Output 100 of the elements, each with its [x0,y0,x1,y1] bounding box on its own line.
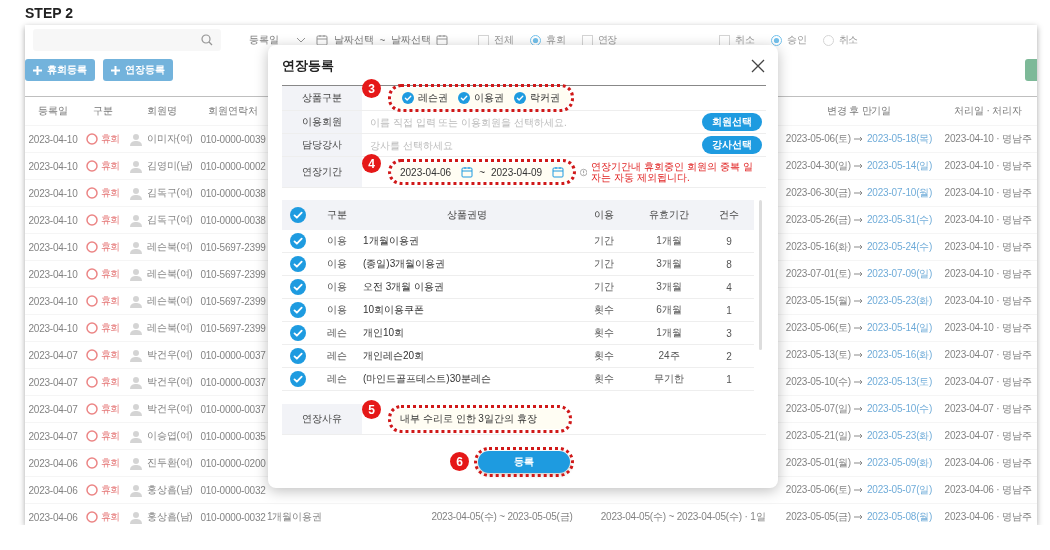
table-cell: 2023-04-07 · 명남주 [939,368,1037,395]
column-header: 변경 후 만기일 [826,104,892,118]
table-cell: 1 [704,368,754,391]
table-cell: 4 [704,276,754,299]
instructor-input[interactable]: 강사를 선택하세요 [370,139,694,151]
table-cell: 010-0000-0037 [199,341,267,368]
avatar-icon [129,294,143,308]
avatar-icon [129,321,143,335]
select-button[interactable]: 강사선택 [702,136,762,154]
calendar-icon [461,166,474,178]
checkbox[interactable] [458,92,470,104]
table-cell: 10회이용쿠폰 [359,299,574,322]
form-label: 이용회원 [282,111,362,133]
status-text: 휴회 [100,510,121,524]
option-label: 취소 [735,33,755,47]
table-cell: 기간 [574,230,634,253]
table-cell: 이용 [314,230,359,253]
checkbox[interactable] [290,302,306,318]
radio-button[interactable] [822,34,834,46]
search-field[interactable] [33,29,221,51]
date-separator: ~ [379,34,386,46]
table-cell: 이용 [314,253,359,276]
table-cell: 2023-04-07 · 명남주 [939,395,1037,422]
table-cell: 2023-04-07 · 명남주 [939,422,1037,449]
table-cell: 010-0000-0039 [199,125,267,152]
expiry-date: 2023-07-01(토) [785,267,851,281]
date-field[interactable]: 2023-04-06 [400,166,452,178]
checkbox[interactable] [581,34,593,46]
checkbox[interactable] [290,233,306,249]
arrow-right-icon [854,325,864,331]
new-expiry-date: 2023-05-10(수) [867,402,933,416]
checkbox[interactable] [514,92,526,104]
member-name: 레슨북(여) [147,267,193,281]
member-name: 레슨북(여) [147,321,193,335]
table-cell: 010-0000-0002 [199,152,267,179]
table-cell: 1개월이용권 [359,230,574,253]
calendar-icon [316,34,329,46]
checkbox[interactable] [719,34,731,46]
checkbox[interactable] [402,92,414,104]
option-label: 승인 [786,33,807,47]
status-text: 휴회 [100,186,121,200]
plus-icon [111,65,120,75]
table-cell: 2023-04-07 [25,395,81,422]
table-cell: 레슨 [314,322,359,345]
avatar-icon [129,267,143,281]
column-header: 구분 [92,104,114,118]
table-cell: 기간 [574,276,634,299]
date-field[interactable]: 날짜선택 [391,33,431,47]
expiry-date: 2023-05-05(금) [785,510,851,524]
table-cell: 1개월 [634,322,704,345]
table-cell: 010-5697-2399 [199,233,267,260]
table-cell: 2023-04-10 · 명남주 [939,179,1037,206]
arrow-right-icon [854,190,864,196]
table-cell: 횟수 [574,322,634,345]
member-name: 홍상흠(남) [147,483,193,497]
option-label: 연장 [597,33,618,47]
table-cell: 개인레슨20회 [359,345,574,368]
checkbox[interactable] [478,34,490,46]
checkbox[interactable] [290,371,306,387]
table-cell: 010-5697-2399 [199,287,267,314]
step-marker: 6 [450,452,469,471]
column-header: 회원명 [146,104,178,118]
date-field[interactable]: 날짜선택 [334,33,374,47]
date-field[interactable]: 2023-04-09 [491,166,543,178]
close-button[interactable] [750,58,766,74]
table-cell: 2023-04-10 · 명남주 [939,314,1037,341]
radio-button[interactable] [770,34,782,46]
new-expiry-date: 2023-05-16(화) [867,348,933,362]
checkbox[interactable] [290,256,306,272]
table-cell: 2023-04-06 · 명남주 [939,503,1037,525]
expiry-date: 2023-05-01(월) [785,456,851,470]
member-name: 레슨북(여) [147,240,193,254]
table-cell: 2023-04-10 [25,260,81,287]
scrollbar[interactable] [759,200,762,350]
member-input[interactable]: 이름 직접 입력 또는 이용회원을 선택하세요. [370,116,694,128]
table-cell: 2023-04-06 [25,503,81,525]
checkbox[interactable] [290,325,306,341]
checkbox[interactable] [290,279,306,295]
checkbox-label: 락커권 [530,91,560,105]
table-cell: 2023-04-07 [25,422,81,449]
table-cell: 2023-04-10 · 명남주 [939,152,1037,179]
table-cell: 010-0000-0038 [199,206,267,233]
arrow-right-icon [854,352,864,358]
expiry-date: 2023-05-07(일) [785,402,851,416]
table-cell: 010-5697-2399 [199,314,267,341]
table-cell: 2023-04-06 · 명남주 [939,476,1037,503]
status-text: 휴회 [100,321,121,335]
search-icon [201,34,213,46]
table-cell: 3개월 [634,276,704,299]
avatar-icon [129,213,143,227]
member-name: 김독구(여) [147,213,193,227]
form-label: 연장기간 [282,157,362,187]
table-cell: 9 [704,230,754,253]
arrow-right-icon [854,298,864,304]
table-cell: 2023-04-06 · 명남주 [939,449,1037,476]
checkbox[interactable] [290,348,306,364]
date-type-dropdown[interactable]: 등록일 [249,33,279,47]
select-button[interactable]: 회원선택 [702,113,762,131]
checkbox[interactable] [290,207,306,223]
step-marker: 4 [362,154,381,173]
